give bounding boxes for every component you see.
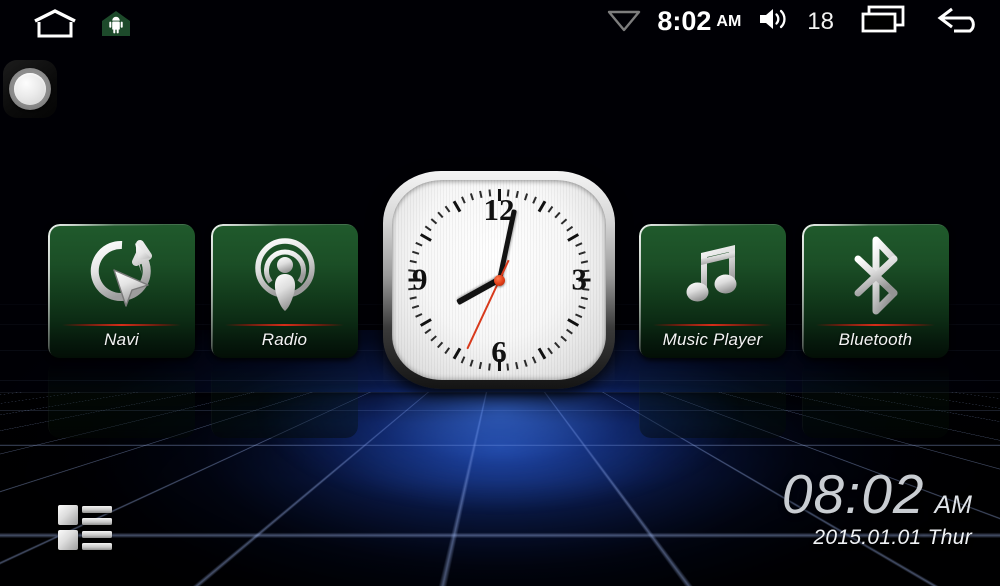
clock-numeral-6: 6 (491, 334, 507, 369)
power-knob[interactable] (3, 60, 57, 118)
tile-radio[interactable]: Radio (211, 224, 358, 358)
bluetooth-icon (802, 232, 949, 320)
power-knob-center (14, 73, 46, 105)
status-bar-ampm: AM (716, 12, 742, 30)
home-outline-icon[interactable] (32, 9, 78, 44)
recent-apps-icon[interactable] (860, 4, 908, 39)
navigation-cursor-icon (48, 232, 195, 320)
tile-label-bluetooth: Bluetooth (838, 330, 913, 349)
tile-accent-rule (62, 324, 181, 326)
tile-music-player[interactable]: Music Player (639, 224, 786, 358)
digital-clock-date: 2015.01.01 Thur (813, 525, 972, 549)
radio-broadcast-icon (211, 232, 358, 320)
status-bar-time: 8:02 (657, 6, 712, 36)
tile-label-radio: Radio (261, 330, 308, 349)
volume-level: 18 (807, 7, 834, 35)
analog-clock-widget[interactable]: 12 3 6 9 (383, 171, 615, 389)
digital-clock-ampm: AM (934, 491, 973, 519)
wifi-icon (607, 5, 641, 38)
power-knob-ring (9, 68, 51, 110)
tile-navi[interactable]: Navi (48, 224, 195, 358)
analog-clock-bezel: 12 3 6 9 (383, 171, 615, 389)
tile-accent-rule (225, 324, 344, 326)
back-arrow-icon[interactable] (934, 3, 986, 40)
android-house-icon[interactable] (100, 9, 132, 44)
car-head-unit-home-screen: 8:02 AM 18 Navi Radio Music Player Bluet… (0, 0, 1000, 586)
volume-speaker-icon[interactable] (757, 5, 791, 38)
analog-clock-face: 12 3 6 9 (392, 180, 606, 380)
tile-reflection-bluetooth (802, 360, 949, 438)
clock-numeral-3: 3 (571, 261, 588, 297)
status-bar: 8:02 AM 18 (0, 0, 1000, 52)
digital-clock-widget[interactable]: 08:02 AM 2015.01.01 Thur (781, 463, 973, 550)
app-list-lines-1 (82, 505, 112, 525)
tile-reflection-music-player (639, 360, 786, 438)
tile-label-navi: Navi (104, 330, 139, 349)
app-list-square-2 (58, 530, 78, 550)
clock-numeral-9: 9 (412, 261, 428, 297)
tile-reflection-radio (211, 360, 358, 438)
tile-bluetooth[interactable]: Bluetooth (802, 224, 949, 358)
app-list-icon[interactable] (58, 505, 112, 550)
tile-accent-rule (816, 324, 935, 326)
app-list-lines-2 (82, 530, 112, 550)
music-note-icon (639, 232, 786, 320)
clock-center-pin (493, 274, 505, 286)
app-list-square-1 (58, 505, 78, 525)
tile-accent-rule (653, 324, 772, 326)
tile-label-music-player: Music Player (662, 330, 763, 349)
digital-clock-time: 08:02 (781, 463, 925, 525)
tile-reflection-navi (48, 360, 195, 438)
